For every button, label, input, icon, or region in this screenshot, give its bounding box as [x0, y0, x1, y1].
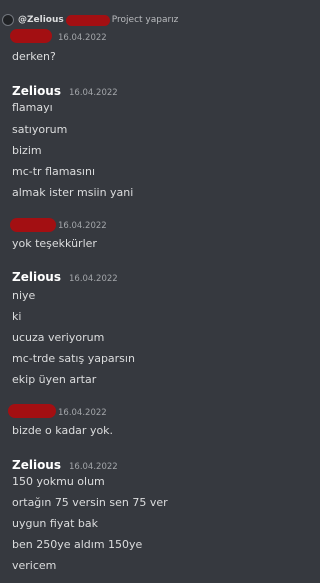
message-text: flamayı [12, 101, 53, 114]
message-text: vericem [12, 559, 57, 572]
message-text: yok teşekkürler [12, 237, 97, 250]
message-text: bizim [12, 144, 42, 157]
reply-avatar-icon [2, 14, 14, 26]
message-timestamp: 16.04.2022 [58, 221, 107, 231]
message-text: ki [12, 310, 22, 323]
message-author[interactable]: Zelious [12, 84, 61, 98]
message-text: bizde o kadar yok. [12, 424, 114, 437]
message-text: almak ister msiin yani [12, 186, 134, 199]
message-text: mc-trde satış yaparsın [12, 352, 135, 365]
message-timestamp: 16.04.2022 [69, 88, 118, 98]
message-text: ekip üyen artar [12, 373, 97, 386]
message-header: Zelious 16.04.2022 [12, 84, 118, 98]
message-text: uygun fiyat bak [12, 517, 98, 530]
message-text: ucuza veriyorum [12, 331, 105, 344]
message-header: 16.04.2022 [58, 408, 107, 418]
message-header: 16.04.2022 [50, 33, 107, 43]
reply-reference[interactable]: @Zelious Project yaparız [2, 13, 178, 27]
message-author[interactable]: Zelious [12, 270, 61, 284]
message-author[interactable]: Zelious [12, 458, 61, 472]
message-timestamp: 16.04.2022 [69, 462, 118, 472]
message-text: mc-tr flamasını [12, 165, 96, 178]
message-header: Zelious 16.04.2022 [12, 270, 118, 284]
message-timestamp: 16.04.2022 [69, 274, 118, 284]
redacted-author [10, 29, 52, 43]
message-text: ortağın 75 versin sen 75 ver [12, 496, 168, 509]
reply-preview: Project yaparız [111, 15, 179, 25]
message-timestamp: 16.04.2022 [58, 33, 107, 43]
message-text: 150 yokmu olum [12, 475, 105, 488]
reply-mention[interactable]: @Zelious [18, 15, 64, 25]
message-header: 16.04.2022 [50, 221, 107, 231]
message-timestamp: 16.04.2022 [58, 408, 107, 418]
message-text: niye [12, 289, 36, 302]
redacted-author [8, 404, 56, 418]
message-header: Zelious 16.04.2022 [12, 458, 118, 472]
message-text: satıyorum [12, 123, 68, 136]
message-text: ben 250ye aldım 150ye [12, 538, 143, 551]
redacted-text [65, 14, 110, 26]
message-text: derken? [12, 50, 56, 63]
